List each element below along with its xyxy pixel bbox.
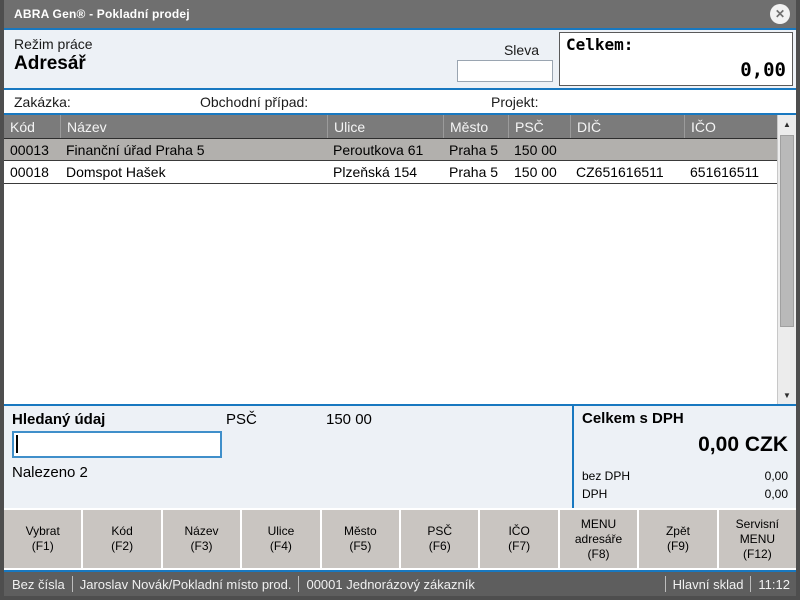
status-warehouse: Hlavní sklad: [673, 577, 744, 592]
business-case-label: Obchodní případ:: [200, 94, 308, 110]
column-header-mesto[interactable]: Město: [443, 115, 508, 138]
servisni-menu-f12-button[interactable]: Servisní MENU(F12): [719, 510, 796, 568]
status-doc-number: Bez čísla: [12, 577, 65, 592]
table-row[interactable]: 00018 Domspot Hašek Plzeňská 154 Praha 5…: [4, 161, 777, 184]
search-block: Hledaný údaj Nalezeno 2: [4, 406, 226, 508]
table-main: Kód Název Ulice Město PSČ DIČ IČO 00013 …: [4, 115, 777, 404]
totals-amount: 0,00 CZK: [582, 433, 788, 457]
scroll-down-icon[interactable]: ▼: [778, 386, 796, 404]
totals-row-bez-dph: bez DPH 0,00: [582, 467, 788, 485]
column-header-ico[interactable]: IČO: [684, 115, 777, 138]
context-row: Zakázka: Obchodní případ: Projekt:: [4, 90, 796, 113]
ico-f7-button[interactable]: IČO(F7): [480, 510, 557, 568]
cell-ico: 651616511: [684, 164, 777, 180]
sort-info: PSČ 150 00: [226, 406, 572, 508]
table-row[interactable]: 00013 Finanční úřad Praha 5 Peroutkova 6…: [4, 138, 777, 161]
app-window: ABRA Gen® - Pokladní prodej ✕ Režim prác…: [0, 0, 800, 600]
scrollbar[interactable]: ▲ ▼: [777, 115, 796, 404]
search-input-wrap: [12, 431, 222, 458]
status-separator: [665, 576, 666, 592]
titlebar: ABRA Gen® - Pokladní prodej ✕: [0, 0, 800, 30]
status-time: 11:12: [758, 577, 790, 592]
menu-adresare-f8-button[interactable]: MENU adresáře(F8): [560, 510, 637, 568]
sort-column-value: 150 00: [326, 411, 372, 508]
function-button-bar: Vybrat(F1) Kód(F2) Název(F3) Ulice(F4) M…: [4, 508, 796, 570]
column-header-dic[interactable]: DIČ: [570, 115, 684, 138]
discount-input[interactable]: [457, 60, 553, 82]
column-header-ulice[interactable]: Ulice: [327, 115, 443, 138]
work-mode-value: Adresář: [14, 53, 453, 75]
kod-f2-button[interactable]: Kód(F2): [83, 510, 160, 568]
cell-nazev: Domspot Hašek: [60, 164, 327, 180]
search-label: Hledaný údaj: [12, 411, 226, 428]
bottom-panel: Hledaný údaj Nalezeno 2 PSČ 150 00 Celke…: [4, 404, 796, 508]
zpet-f9-button[interactable]: Zpět(F9): [639, 510, 716, 568]
dph-label: DPH: [582, 485, 607, 503]
vybrat-f1-button[interactable]: Vybrat(F1): [4, 510, 81, 568]
psc-f6-button[interactable]: PSČ(F6): [401, 510, 478, 568]
ulice-f4-button[interactable]: Ulice(F4): [242, 510, 319, 568]
status-separator: [72, 576, 73, 592]
total-display: Celkem: 0,00: [559, 32, 793, 86]
status-separator: [750, 576, 751, 592]
totals-row-dph: DPH 0,00: [582, 485, 788, 503]
table-header: Kód Název Ulice Město PSČ DIČ IČO: [4, 115, 777, 138]
work-mode-block: Režim práce Adresář: [14, 32, 453, 86]
bez-dph-label: bez DPH: [582, 467, 630, 485]
statusbar-right: Hlavní sklad 11:12: [658, 576, 790, 592]
cell-psc: 150 00: [508, 142, 570, 158]
order-label: Zakázka:: [14, 94, 71, 110]
found-count: Nalezeno 2: [12, 464, 226, 481]
status-separator: [298, 576, 299, 592]
window-title: ABRA Gen® - Pokladní prodej: [14, 7, 190, 21]
column-header-psc[interactable]: PSČ: [508, 115, 570, 138]
status-customer: 00001 Jednorázový zákazník: [306, 577, 474, 592]
cell-kod: 00018: [4, 164, 60, 180]
cell-ulice: Peroutkova 61: [327, 142, 443, 158]
discount-block: Sleva: [453, 32, 553, 86]
totals-panel: Celkem s DPH 0,00 CZK bez DPH 0,00 DPH 0…: [572, 406, 796, 508]
project-label: Projekt:: [491, 94, 538, 110]
cell-mesto: Praha 5: [443, 142, 508, 158]
scrollbar-track[interactable]: [778, 133, 796, 386]
dph-value: 0,00: [765, 485, 788, 503]
cell-kod: 00013: [4, 142, 60, 158]
sort-column-label: PSČ: [226, 411, 326, 508]
cell-psc: 150 00: [508, 164, 570, 180]
cell-nazev: Finanční úřad Praha 5: [60, 142, 327, 158]
cell-dic: CZ651616511: [570, 164, 684, 180]
table-body: 00013 Finanční úřad Praha 5 Peroutkova 6…: [4, 138, 777, 404]
bez-dph-value: 0,00: [765, 467, 788, 485]
status-operator: Jaroslav Novák/Pokladní místo prod.: [80, 577, 292, 592]
close-icon[interactable]: ✕: [770, 4, 790, 24]
total-value: 0,00: [566, 59, 786, 81]
top-panel: Režim práce Adresář Sleva Celkem: 0,00: [4, 30, 796, 90]
nazev-f3-button[interactable]: Název(F3): [163, 510, 240, 568]
totals-title: Celkem s DPH: [582, 410, 788, 427]
statusbar: Bez čísla Jaroslav Novák/Pokladní místo …: [0, 570, 800, 596]
total-label: Celkem:: [566, 35, 786, 54]
mesto-f5-button[interactable]: Město(F5): [322, 510, 399, 568]
scroll-up-icon[interactable]: ▲: [778, 115, 796, 133]
work-mode-label: Režim práce: [14, 36, 453, 52]
scrollbar-thumb[interactable]: [780, 135, 794, 327]
text-caret: [16, 435, 18, 453]
discount-label: Sleva: [504, 42, 539, 58]
cell-mesto: Praha 5: [443, 164, 508, 180]
cell-ulice: Plzeňská 154: [327, 164, 443, 180]
column-header-kod[interactable]: Kód: [4, 115, 60, 138]
search-input[interactable]: [12, 431, 222, 458]
column-header-nazev[interactable]: Název: [60, 115, 327, 138]
address-table: Kód Název Ulice Město PSČ DIČ IČO 00013 …: [4, 113, 796, 404]
